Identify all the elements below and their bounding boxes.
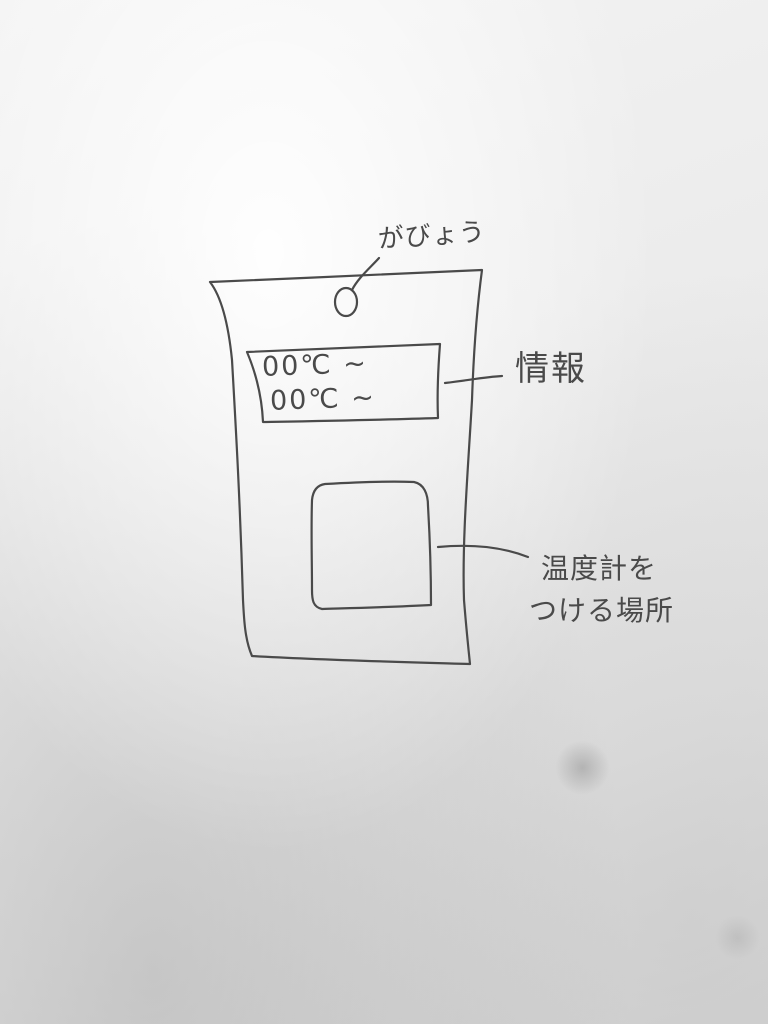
temperature-range-line-1: 00℃ ~ (261, 348, 369, 383)
thermometer-label: 温度計を つける場所 (529, 548, 674, 632)
thermometer-label-line-2: つける場所 (529, 594, 675, 627)
thermometer-leader-line (436, 544, 530, 559)
temperature-range-line-2: 00℃ ~ (269, 382, 377, 417)
card-outline (208, 268, 484, 666)
thermometer-slot-outline (310, 480, 433, 611)
thermometer-label-line-1: 温度計を (541, 552, 658, 585)
hook-hole (333, 286, 359, 318)
info-label: 情報 (515, 349, 587, 389)
sketch-drawing (208, 256, 530, 666)
